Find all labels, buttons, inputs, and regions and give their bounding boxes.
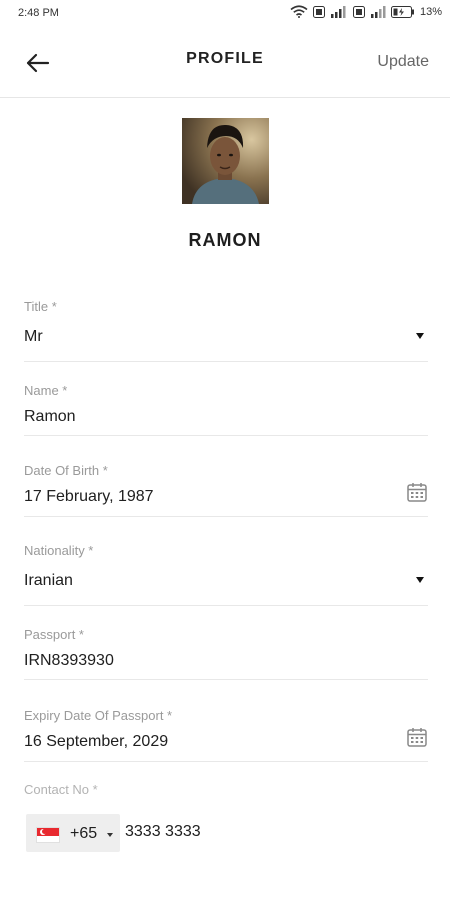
dob-label: Date Of Birth * [24,463,108,478]
app-header: PROFILE Update [0,26,450,98]
name-input[interactable]: Ramon [24,408,76,426]
dial-code: +65 [70,825,98,842]
avatar[interactable] [182,118,269,204]
nationality-value[interactable]: Iranian [24,572,73,590]
passport-expiry-field[interactable]: Expiry Date Of Passport * 16 September, … [24,701,428,762]
signal-icon [370,5,386,18]
wifi-icon [290,5,308,18]
calendar-icon[interactable] [406,481,428,503]
title-value[interactable]: Mr [24,328,43,346]
calendar-icon[interactable] [406,726,428,748]
dob-value[interactable]: 17 February, 1987 [24,488,154,506]
singapore-flag-icon [36,827,60,843]
country-code-picker[interactable]: +65 [26,814,120,852]
title-dropdown-arrow-icon[interactable] [416,333,424,339]
nationality-dropdown-arrow-icon[interactable] [416,577,424,583]
nationality-field[interactable]: Nationality * Iranian [24,536,428,606]
dob-field[interactable]: Date Of Birth * 17 February, 1987 [24,456,428,517]
profile-photo [182,118,269,204]
passport-label: Passport * [24,627,84,642]
profile-name: RAMON [188,230,262,250]
passport-expiry-label: Expiry Date Of Passport * [24,708,173,723]
contact-label: Contact No * [24,782,98,797]
status-bar: 2:48 PM 13% [0,0,450,26]
chevron-down-icon [107,833,113,837]
battery-level: 13% [419,5,442,18]
volte-icon [312,5,325,18]
volte-icon [352,5,365,18]
name-label: Name * [24,383,68,398]
title-field[interactable]: Title * Mr [24,292,428,362]
passport-expiry-value[interactable]: 16 September, 2029 [24,733,168,751]
status-time: 2:48 PM [18,7,59,19]
contact-field: +65 3333 3333 [24,812,428,854]
signal-icon [330,5,346,18]
battery-icon [390,5,414,18]
update-button[interactable]: Update [377,53,429,71]
passport-input[interactable]: IRN8393930 [24,652,114,670]
passport-field[interactable]: Passport * IRN8393930 [24,620,428,680]
title-label: Title * [24,299,57,314]
nationality-label: Nationality * [24,543,94,558]
phone-number-input[interactable]: 3333 3333 [125,823,201,841]
status-icons: 13% [290,5,442,18]
name-field[interactable]: Name * Ramon [24,376,428,436]
